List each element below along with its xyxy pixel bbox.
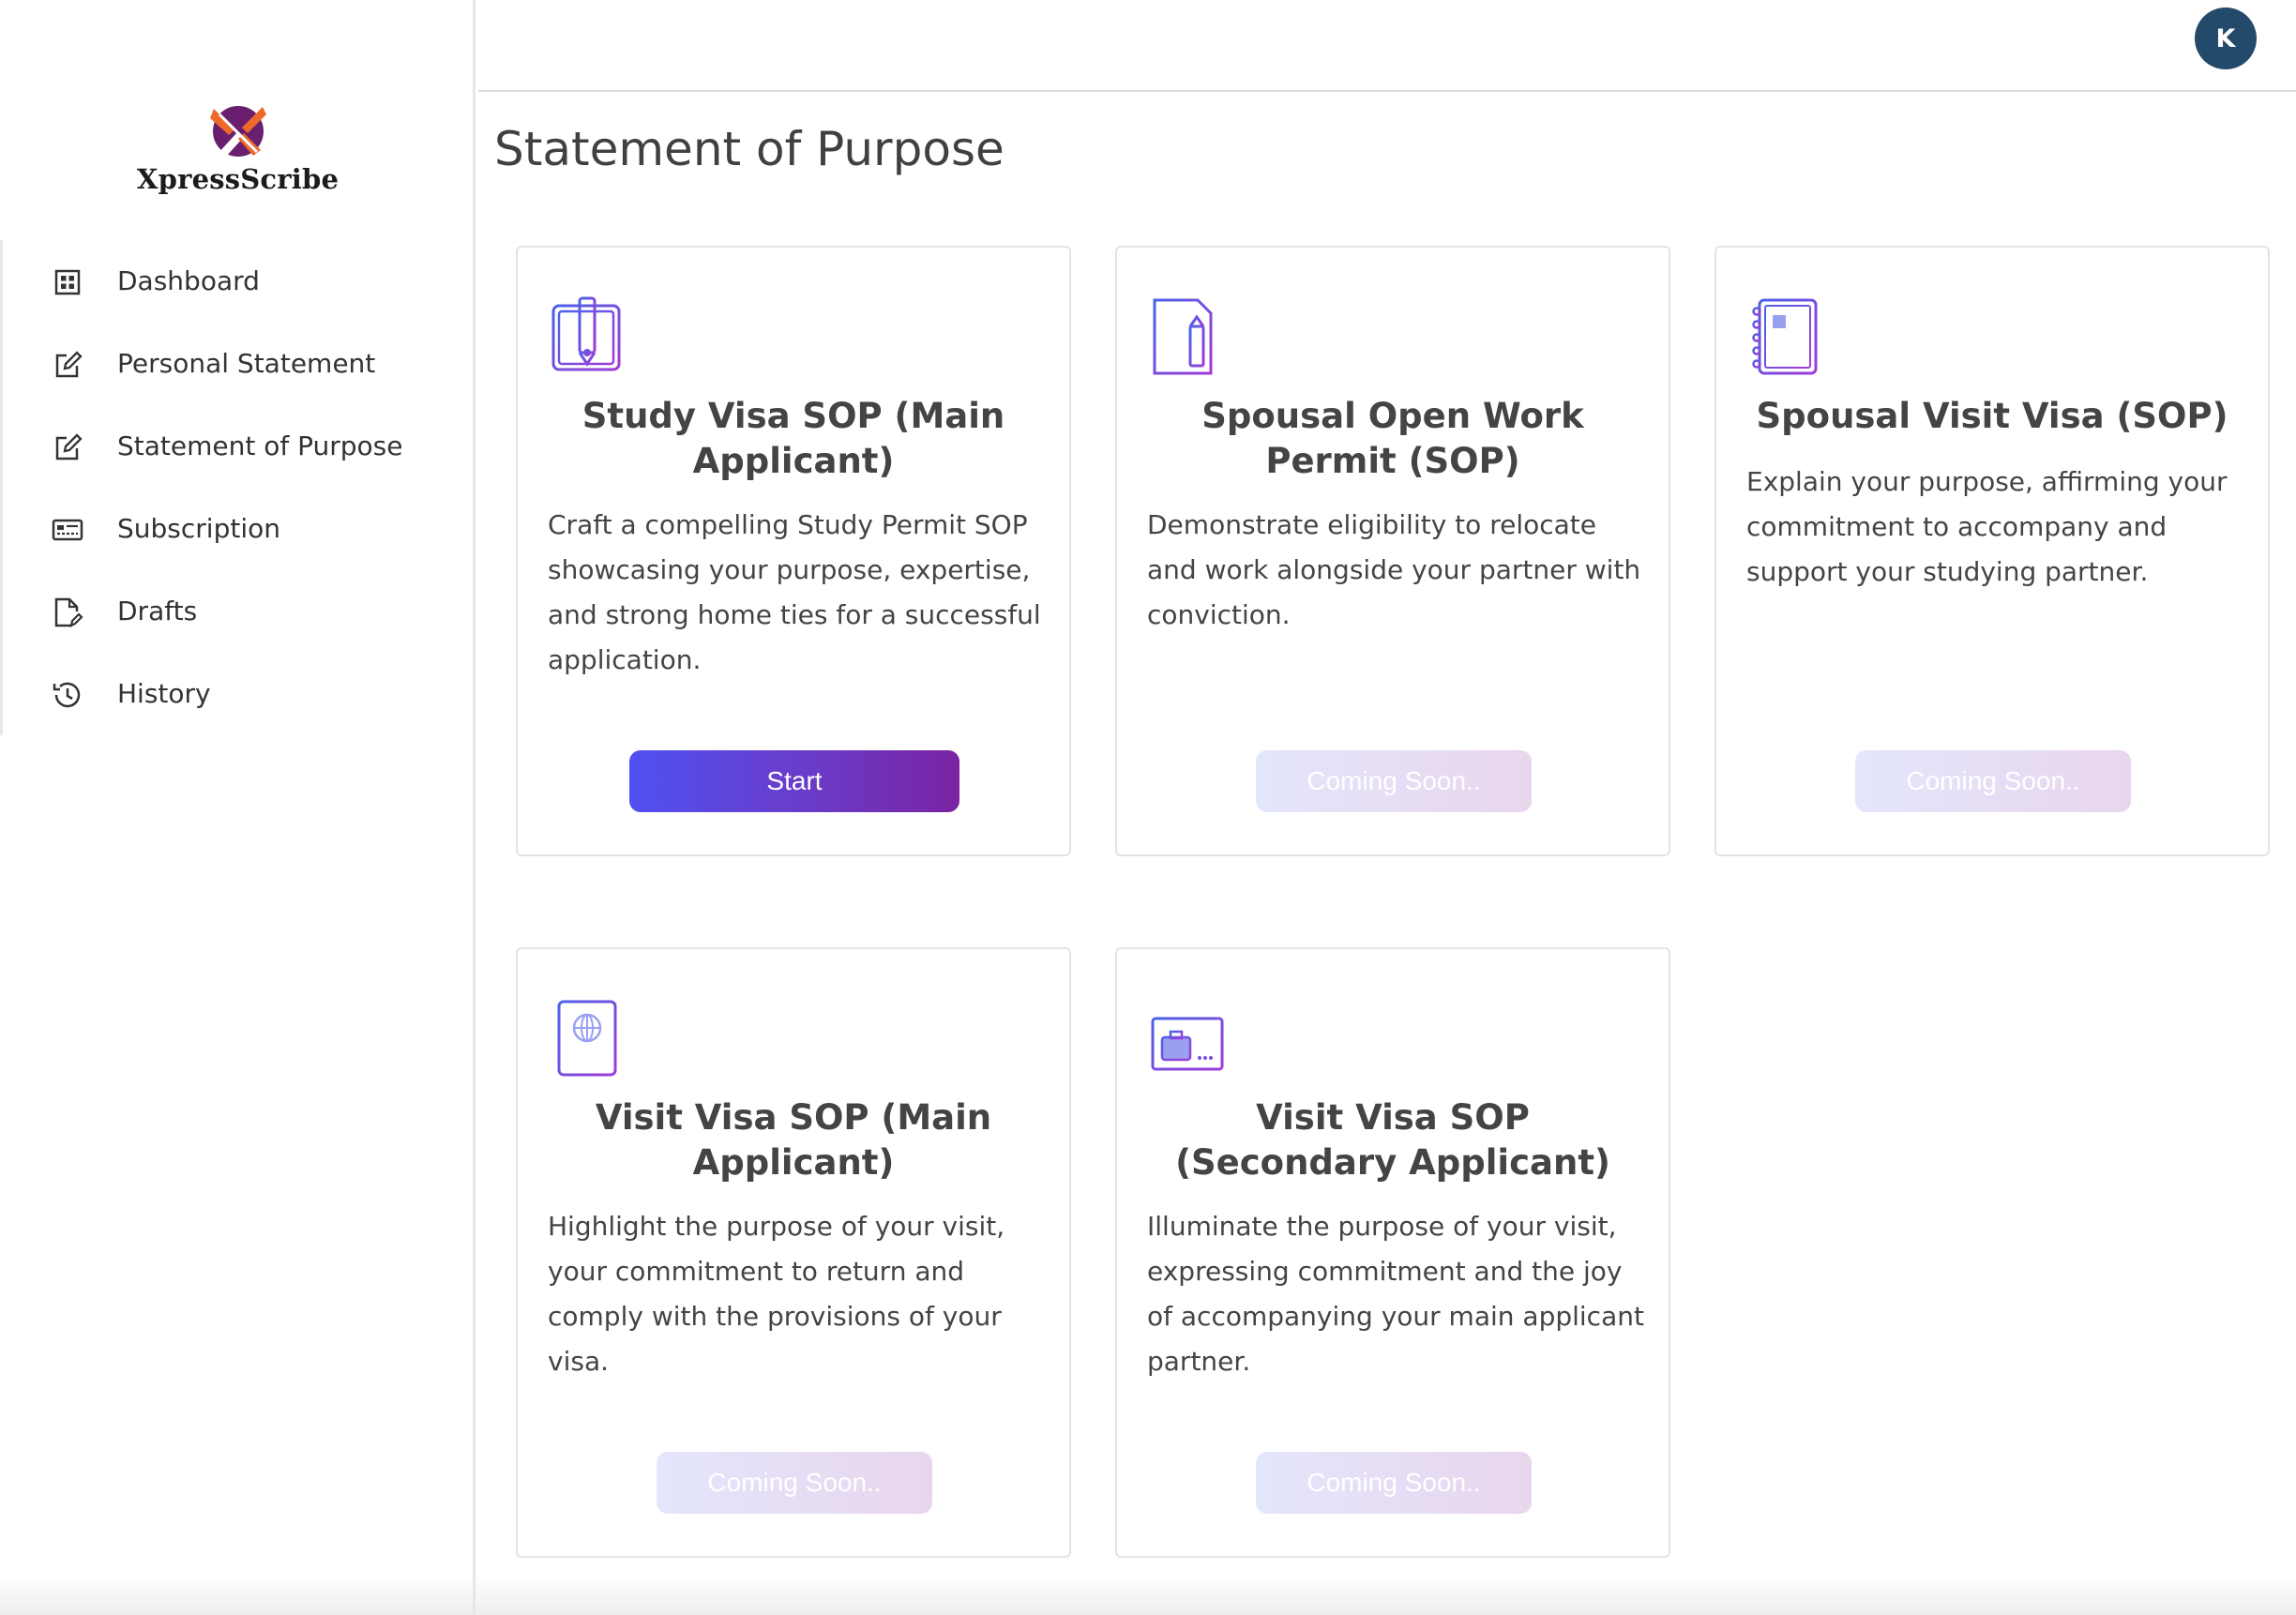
passport-icon: [557, 1000, 617, 1077]
xpressscribe-logo-icon: [209, 106, 266, 158]
sidebar: XpressScribe Dashboard Personal Statemen…: [0, 0, 476, 1615]
spiral-notebook-icon: [1752, 298, 1818, 375]
card-spousal-visit-visa: Spousal Visit Visa (SOP) Explain your pu…: [1714, 246, 2270, 856]
coming-soon-button[interactable]: Coming Soon..: [1855, 750, 2131, 812]
sidebar-item-subscription[interactable]: Subscription: [3, 495, 472, 561]
card-description: Craft a compelling Study Permit SOP show…: [548, 509, 1041, 675]
brand-name: XpressScribe: [136, 163, 340, 195]
card-title: Study Visa SOP (Main Applicant): [582, 396, 1005, 481]
start-button[interactable]: Start: [629, 750, 959, 812]
sidebar-item-label: Statement of Purpose: [117, 430, 403, 461]
sidebar-item-dashboard[interactable]: Dashboard: [3, 248, 472, 313]
id-card-icon: [52, 519, 83, 541]
bottom-shadow: [0, 1576, 2296, 1615]
page-title: Statement of Purpose: [494, 122, 1004, 176]
sidebar-item-label: History: [117, 677, 211, 709]
card-title: Spousal Visit Visa (SOP): [1756, 396, 2228, 436]
sidebar-nav: Dashboard Personal Statement Statement o…: [0, 240, 476, 735]
sidebar-item-personal-statement[interactable]: Personal Statement: [3, 330, 472, 396]
grid-icon: [54, 269, 81, 295]
sidebar-item-label: Dashboard: [117, 264, 260, 296]
card-title: Visit Visa SOP (Main Applicant): [595, 1097, 992, 1183]
edit-icon: [55, 433, 83, 460]
sidebar-item-label: Personal Statement: [117, 347, 376, 379]
card-study-visa-sop: Study Visa SOP (Main Applicant) Craft a …: [516, 246, 1071, 856]
coming-soon-button[interactable]: Coming Soon..: [657, 1452, 932, 1514]
card-spousal-open-work-permit: Spousal Open Work Permit (SOP) Demonstra…: [1115, 246, 1670, 856]
card-description: Illuminate the purpose of your visit, ex…: [1147, 1211, 1644, 1377]
card-description: Demonstrate eligibility to relocate and …: [1147, 509, 1641, 630]
card-visit-visa-secondary: Visit Visa SOP (Secondary Applicant) Ill…: [1115, 947, 1670, 1558]
edit-icon: [55, 351, 83, 378]
sidebar-item-drafts[interactable]: Drafts: [3, 578, 472, 643]
luggage-ticket-icon: [1151, 1009, 1224, 1071]
notebook-pencil-icon: [551, 296, 621, 371]
sidebar-item-label: Drafts: [117, 595, 198, 626]
coming-soon-button[interactable]: Coming Soon..: [1256, 1452, 1532, 1514]
document-edit-icon: [54, 597, 83, 627]
history-icon: [53, 682, 81, 708]
card-title: Visit Visa SOP (Secondary Applicant): [1175, 1097, 1610, 1183]
card-description: Explain your purpose, affirming your com…: [1746, 466, 2228, 587]
coming-soon-button[interactable]: Coming Soon..: [1256, 750, 1532, 812]
sidebar-item-label: Subscription: [117, 512, 280, 544]
top-bar: K: [478, 0, 2296, 92]
card-description: Highlight the purpose of your visit, you…: [548, 1211, 1005, 1377]
sidebar-item-statement-of-purpose[interactable]: Statement of Purpose: [3, 413, 472, 478]
brand-logo[interactable]: XpressScribe: [0, 101, 476, 204]
user-avatar[interactable]: K: [2195, 8, 2257, 69]
sidebar-item-history[interactable]: History: [3, 660, 472, 726]
card-visit-visa-main: Visit Visa SOP (Main Applicant) Highligh…: [516, 947, 1071, 1558]
document-pencil-icon: [1153, 298, 1213, 375]
card-title: Spousal Open Work Permit (SOP): [1201, 396, 1584, 481]
